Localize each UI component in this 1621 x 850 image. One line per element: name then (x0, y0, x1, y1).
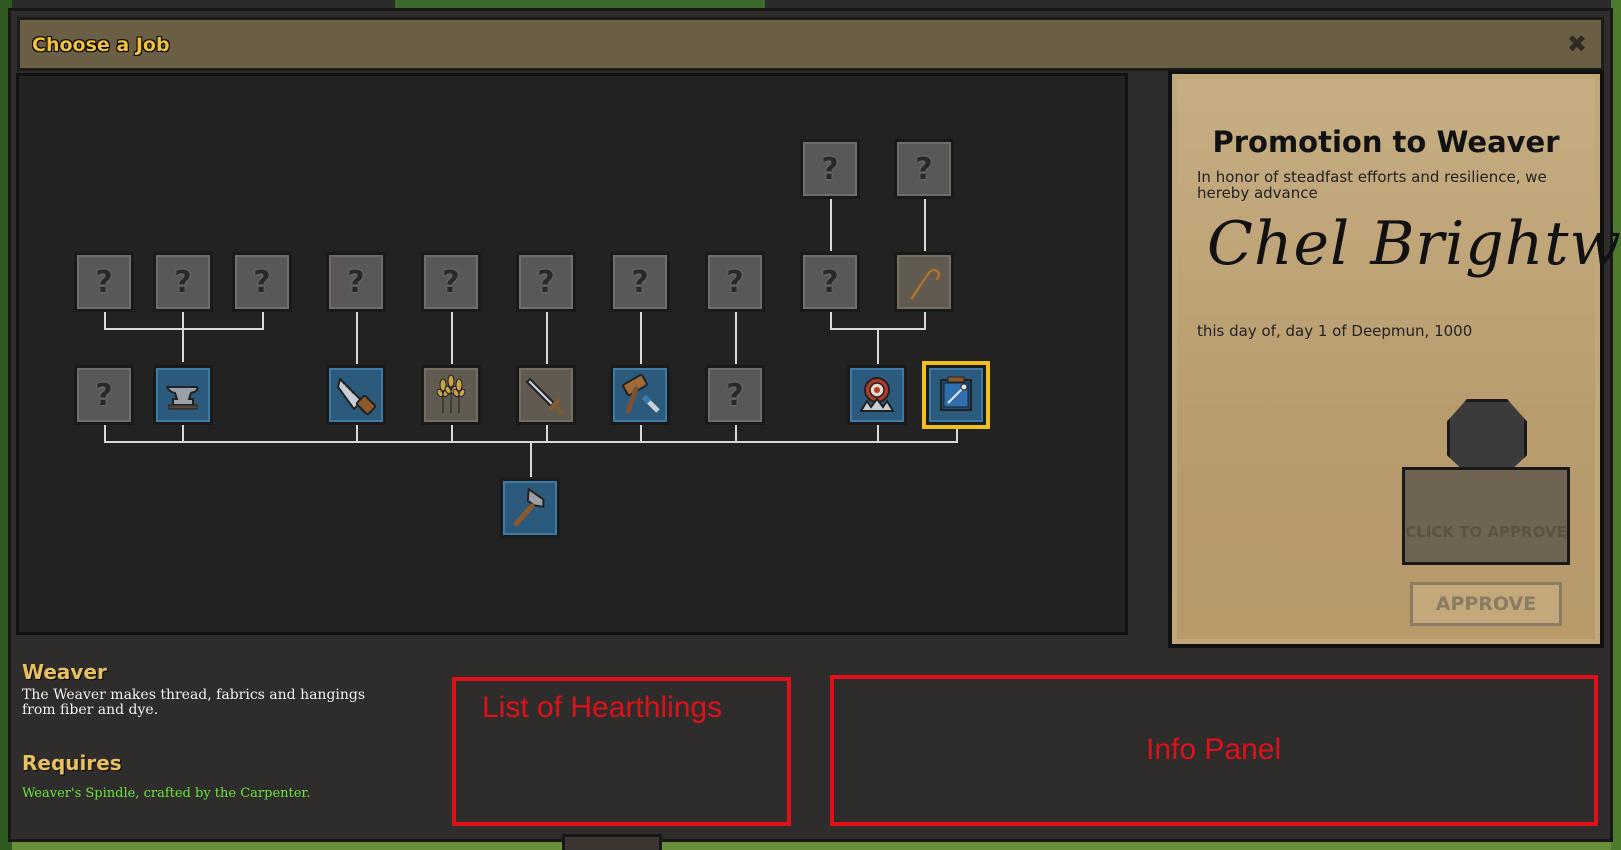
connector-line (830, 199, 832, 251)
stamp-label: CLICK TO APPROVE (1405, 523, 1567, 541)
job-node-blacksmith[interactable] (153, 365, 213, 425)
certificate-date: this day of, day 1 of Deepmun, 1000 (1197, 322, 1473, 340)
info-panel-annotation: Info Panel (830, 675, 1598, 826)
job-node-worker[interactable] (500, 478, 560, 538)
stamp-handle-icon[interactable] (1447, 399, 1527, 474)
job-node-shepherd[interactable] (894, 252, 954, 312)
connector-line (735, 312, 737, 364)
approval-stamp[interactable]: CLICK TO APPROVE (1402, 467, 1570, 565)
job-description: The Weaver makes thread, fabrics and han… (22, 687, 366, 718)
connector-line (530, 441, 532, 477)
window-title: Choose a Job (32, 34, 170, 56)
info-panel-label: Info Panel (1146, 733, 1282, 766)
job-node-locked[interactable]: ? (74, 365, 134, 425)
crook-icon (909, 267, 942, 301)
job-node-locked[interactable]: ? (516, 252, 576, 312)
requires-title: Requires (22, 751, 122, 775)
job-title: Weaver (22, 660, 107, 684)
hearthlings-list-label: List of Hearthlings (482, 691, 723, 724)
job-tree: ? ? ? ? ? ? ? ? ? ? ? ? ? (16, 73, 1128, 635)
job-node-locked[interactable]: ? (894, 139, 954, 199)
sword-icon (525, 377, 564, 415)
job-node-locked[interactable]: ? (610, 252, 670, 312)
connector-line (356, 312, 358, 364)
saw-icon (336, 377, 377, 416)
anvil-icon (165, 386, 199, 410)
background-top (0, 0, 1621, 8)
approve-button[interactable]: APPROVE (1410, 582, 1562, 626)
connector-line (877, 328, 879, 364)
hearthlings-list-annotation: List of Hearthlings (452, 677, 791, 826)
job-node-locked[interactable]: ? (421, 252, 481, 312)
job-node-farmer[interactable] (421, 365, 481, 425)
connector-line (924, 199, 926, 251)
job-node-locked[interactable]: ? (153, 252, 213, 312)
requires-text: Weaver's Spindle, crafted by the Carpent… (22, 786, 311, 801)
job-node-weaver[interactable] (926, 365, 986, 425)
trap-icon (859, 377, 895, 412)
wheat-icon (436, 374, 466, 413)
job-node-locked[interactable]: ? (74, 252, 134, 312)
hammer-icon (513, 487, 545, 527)
job-node-footman[interactable] (516, 365, 576, 425)
job-node-carpenter[interactable] (326, 365, 386, 425)
job-node-locked[interactable]: ? (705, 252, 765, 312)
certificate-heading: Promotion to Weaver (1212, 125, 1560, 159)
job-node-trapper[interactable] (847, 365, 907, 425)
promotion-certificate: Promotion to Weaver In honor of steadfas… (1168, 70, 1621, 648)
connector-line (182, 312, 184, 362)
job-node-locked[interactable]: ? (800, 252, 860, 312)
mallet-chisel-icon (622, 374, 660, 414)
certificate-honor-text: In honor of steadfast efforts and resili… (1197, 168, 1547, 202)
close-icon[interactable]: ✖ (1567, 30, 1587, 58)
hearthling-name: Chel Brightwell (1207, 209, 1621, 279)
job-node-mason[interactable] (610, 365, 670, 425)
connector-line (640, 312, 642, 364)
job-node-locked[interactable]: ? (232, 252, 292, 312)
connector-line (451, 312, 453, 364)
connector-line (104, 328, 264, 330)
bottom-tab[interactable] (562, 834, 662, 850)
job-node-locked[interactable]: ? (326, 252, 386, 312)
certificate-paper: Promotion to Weaver In honor of steadfas… (1177, 79, 1621, 639)
job-node-locked[interactable]: ? (800, 139, 860, 199)
spindle-icon (940, 376, 972, 411)
connector-line (546, 312, 548, 364)
job-node-locked[interactable]: ? (705, 365, 765, 425)
title-bar: Choose a Job ✖ (17, 17, 1604, 71)
